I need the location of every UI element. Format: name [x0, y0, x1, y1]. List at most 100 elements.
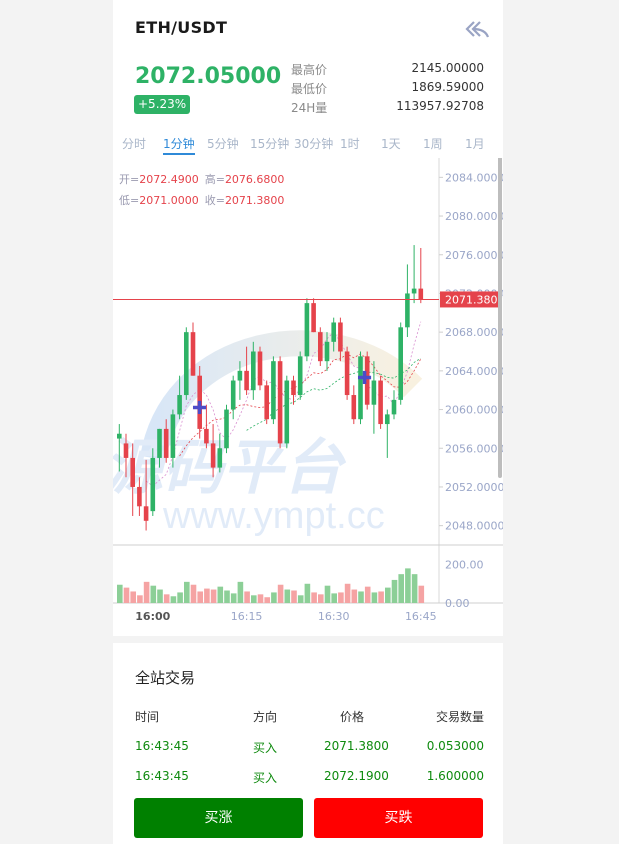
candle-body [378, 380, 383, 425]
candle-body [391, 399, 397, 415]
volume-bar [318, 594, 324, 603]
pair-title: ETH/USDT [135, 18, 228, 37]
header-amount: 交易数量 [435, 710, 484, 724]
volume-bar [405, 568, 411, 603]
candle-body [204, 428, 209, 444]
stat-low: 最低价 1869.59000 [291, 80, 484, 96]
candle-body [318, 332, 323, 362]
x-tick-label: 16:00 [135, 610, 170, 623]
candle-body [385, 414, 390, 425]
kline-chart[interactable]: 源码平台 www.ympt.cc 开=2072.4900 高=2076.6800 … [113, 158, 503, 628]
volume-bar [364, 586, 371, 603]
current-price-label: 2071.3800 [445, 293, 503, 306]
candle-body [405, 293, 410, 328]
candle-body [331, 322, 336, 342]
volume-tick-label: 0.00 [445, 597, 470, 610]
last-price: 2072.05000 [135, 64, 282, 89]
y-tick-label: 2084.0000 [445, 171, 503, 184]
ohlc-high: 2076.6800 [225, 173, 285, 186]
stat-high-label: 最高价 [291, 63, 328, 77]
change-badge: +5.23% [134, 95, 191, 114]
candle-body [170, 414, 176, 458]
header-time: 时间 [135, 710, 160, 724]
stat-low-value: 1869.59000 [411, 80, 484, 94]
volume-bar [418, 585, 425, 603]
ohlc-low-label: 低= [119, 194, 139, 207]
volume-bar [123, 587, 130, 603]
y-tick-label: 2080.0000 [445, 210, 503, 223]
tab-1min[interactable]: 1分钟 [163, 135, 195, 155]
volume-bar [184, 581, 190, 603]
volume-bar [344, 583, 351, 603]
candle-body [344, 351, 350, 396]
candle-body [157, 428, 162, 458]
candle-body [257, 351, 263, 386]
tab-1week[interactable]: 1周 [423, 135, 443, 152]
buy-down-button[interactable]: 买跌 [314, 798, 483, 838]
header-side: 方向 [253, 710, 278, 724]
candle-body [418, 288, 424, 300]
ohlc-line-1: 开=2072.4900 高=2076.6800 [119, 172, 284, 186]
tab-1day[interactable]: 1天 [381, 135, 401, 152]
volume-bar [237, 581, 244, 603]
candle-body [338, 322, 343, 352]
candle-body [277, 361, 283, 444]
tab-30min[interactable]: 30分钟 [294, 135, 333, 152]
volume-bar [284, 589, 291, 603]
volume-tick-label: 200.00 [445, 559, 484, 572]
y-tick-label: 2064.0000 [445, 365, 503, 378]
candle-body [271, 361, 276, 420]
ohlc-low: 2071.0000 [139, 194, 199, 207]
trade-amount: 0.053000 [426, 739, 484, 753]
volume-bar [204, 588, 210, 603]
volume-bar [264, 597, 270, 603]
ohlc-line-2: 低=2071.0000 收=2071.3800 [119, 193, 284, 207]
volume-bar [210, 589, 217, 603]
trades-title: 全站交易 [135, 669, 196, 687]
stat-volume-label: 24H量 [291, 101, 328, 115]
volume-bar [137, 595, 143, 603]
y-tick-label: 2048.0000 [445, 520, 503, 533]
candle-body [150, 457, 156, 512]
candle-body [411, 288, 417, 294]
tab-15min[interactable]: 15分钟 [250, 135, 289, 152]
volume-bar [150, 585, 157, 603]
stat-high: 最高价 2145.00000 [291, 61, 484, 77]
trade-price: 2072.1900 [324, 769, 389, 783]
volume-bar [170, 596, 177, 603]
tab-1hour[interactable]: 1时 [340, 135, 360, 152]
trade-side: 买入 [253, 741, 278, 755]
watermark-url: www.ympt.cc [162, 495, 385, 537]
stat-volume-value: 113957.92708 [396, 99, 484, 113]
volume-bar [338, 592, 344, 603]
candle-body [184, 332, 189, 396]
volume-bar [163, 594, 170, 603]
candle-body [117, 433, 122, 439]
x-tick-label: 16:45 [405, 610, 437, 623]
trades-panel: 全站交易 时间 方向 价格 交易数量 16:43:45 买入 2071.3800… [113, 643, 503, 844]
trade-time: 16:43:45 [135, 769, 189, 783]
tab-timeline[interactable]: 分时 [122, 135, 146, 152]
volume-bar [130, 591, 136, 603]
buy-up-button[interactable]: 买涨 [134, 798, 303, 838]
candle-body [163, 428, 169, 458]
marker-cross-1: ✚ [192, 398, 207, 419]
volume-bar [304, 583, 311, 603]
volume-bar [331, 593, 337, 603]
tab-1month[interactable]: 1月 [465, 135, 485, 152]
volume-bar [297, 595, 304, 603]
y-tick-label: 2060.0000 [445, 404, 503, 417]
x-tick-label: 16:30 [318, 610, 350, 623]
stat-high-value: 2145.00000 [411, 61, 484, 75]
volume-bar [230, 593, 237, 603]
volume-bar [385, 587, 391, 603]
volume-bar [197, 591, 203, 603]
volume-bar [371, 592, 378, 603]
back-icon[interactable] [465, 20, 491, 42]
volume-bars [117, 568, 425, 603]
scrollbar[interactable] [498, 158, 502, 478]
tab-5min[interactable]: 5分钟 [207, 135, 239, 152]
volume-bar [411, 574, 418, 603]
candle-body [230, 380, 236, 410]
volume-bar [351, 589, 358, 603]
